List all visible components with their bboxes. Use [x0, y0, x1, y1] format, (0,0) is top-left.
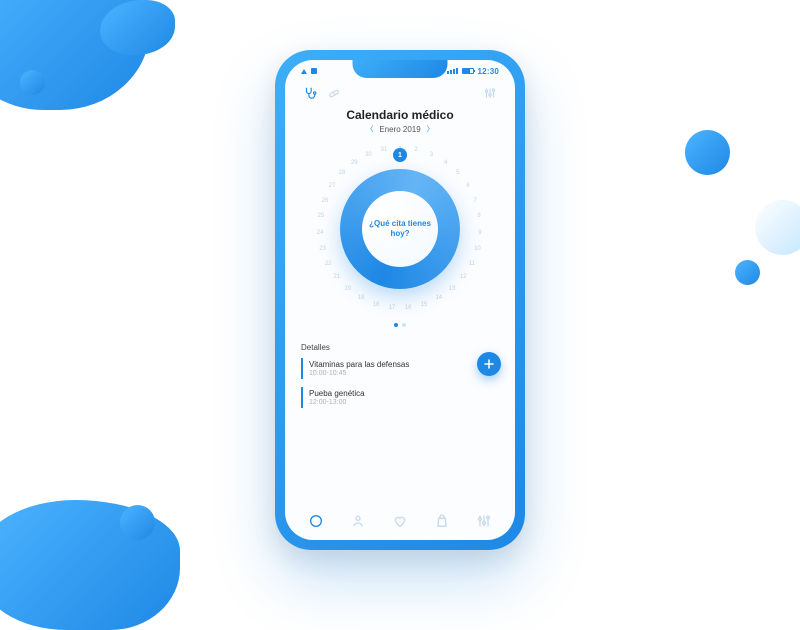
- bg-blob: [20, 70, 45, 95]
- notch: [353, 60, 448, 78]
- event-title: Vitaminas para las defensas: [309, 360, 499, 369]
- bg-blob: [685, 130, 730, 175]
- sliders-icon[interactable]: [483, 86, 497, 100]
- event-item[interactable]: Pueba genética12:00-13:00: [301, 387, 499, 408]
- status-icon: [301, 69, 307, 74]
- prev-month-button[interactable]: 〈: [366, 124, 373, 134]
- screen: 12:30 Calendario médico 〈 Enero 2019 〉: [285, 60, 515, 540]
- next-month-button[interactable]: 〉: [427, 124, 434, 134]
- calendar-dial[interactable]: 1234567891011121314151617181920212223242…: [285, 136, 515, 321]
- month-nav: 〈 Enero 2019 〉: [285, 124, 515, 134]
- event-time: 10:00-10:45: [309, 370, 499, 377]
- nav-settings-icon[interactable]: [476, 513, 492, 529]
- nav-bag-icon[interactable]: [434, 513, 450, 529]
- phone-frame: 12:30 Calendario médico 〈 Enero 2019 〉: [275, 50, 525, 550]
- battery-icon: [462, 68, 474, 74]
- stethoscope-icon[interactable]: [303, 86, 317, 100]
- event-title: Pueba genética: [309, 389, 499, 398]
- bg-blob: [755, 200, 800, 255]
- details-heading: Detalles: [301, 343, 499, 352]
- bottom-nav: [285, 506, 515, 540]
- month-label: Enero 2019: [379, 125, 420, 134]
- page-indicator: [285, 321, 515, 333]
- add-button[interactable]: [477, 352, 501, 376]
- status-icon: [311, 68, 317, 74]
- pill-icon[interactable]: [327, 86, 341, 100]
- top-icon-row: [285, 82, 515, 102]
- page-dot[interactable]: [394, 323, 398, 327]
- bg-blob: [120, 505, 155, 540]
- page-dot[interactable]: [402, 323, 406, 327]
- event-item[interactable]: Vitaminas para las defensas10:00-10:45: [301, 358, 499, 379]
- dial-ring: ¿Qué cita tienes hoy?: [340, 169, 460, 289]
- nav-home-icon[interactable]: [308, 513, 324, 529]
- dial-center: ¿Qué cita tienes hoy?: [362, 191, 438, 267]
- status-time: 12:30: [478, 67, 499, 76]
- dial-prompt: ¿Qué cita tienes hoy?: [368, 219, 432, 238]
- nav-profile-icon[interactable]: [350, 513, 366, 529]
- bg-blob: [735, 260, 760, 285]
- event-time: 12:00-13:00: [309, 399, 499, 406]
- signal-icon: [447, 68, 458, 74]
- selected-day-marker[interactable]: 1: [393, 148, 407, 162]
- nav-heart-icon[interactable]: [392, 513, 408, 529]
- plus-icon: [483, 358, 495, 370]
- page-title: Calendario médico: [285, 108, 515, 122]
